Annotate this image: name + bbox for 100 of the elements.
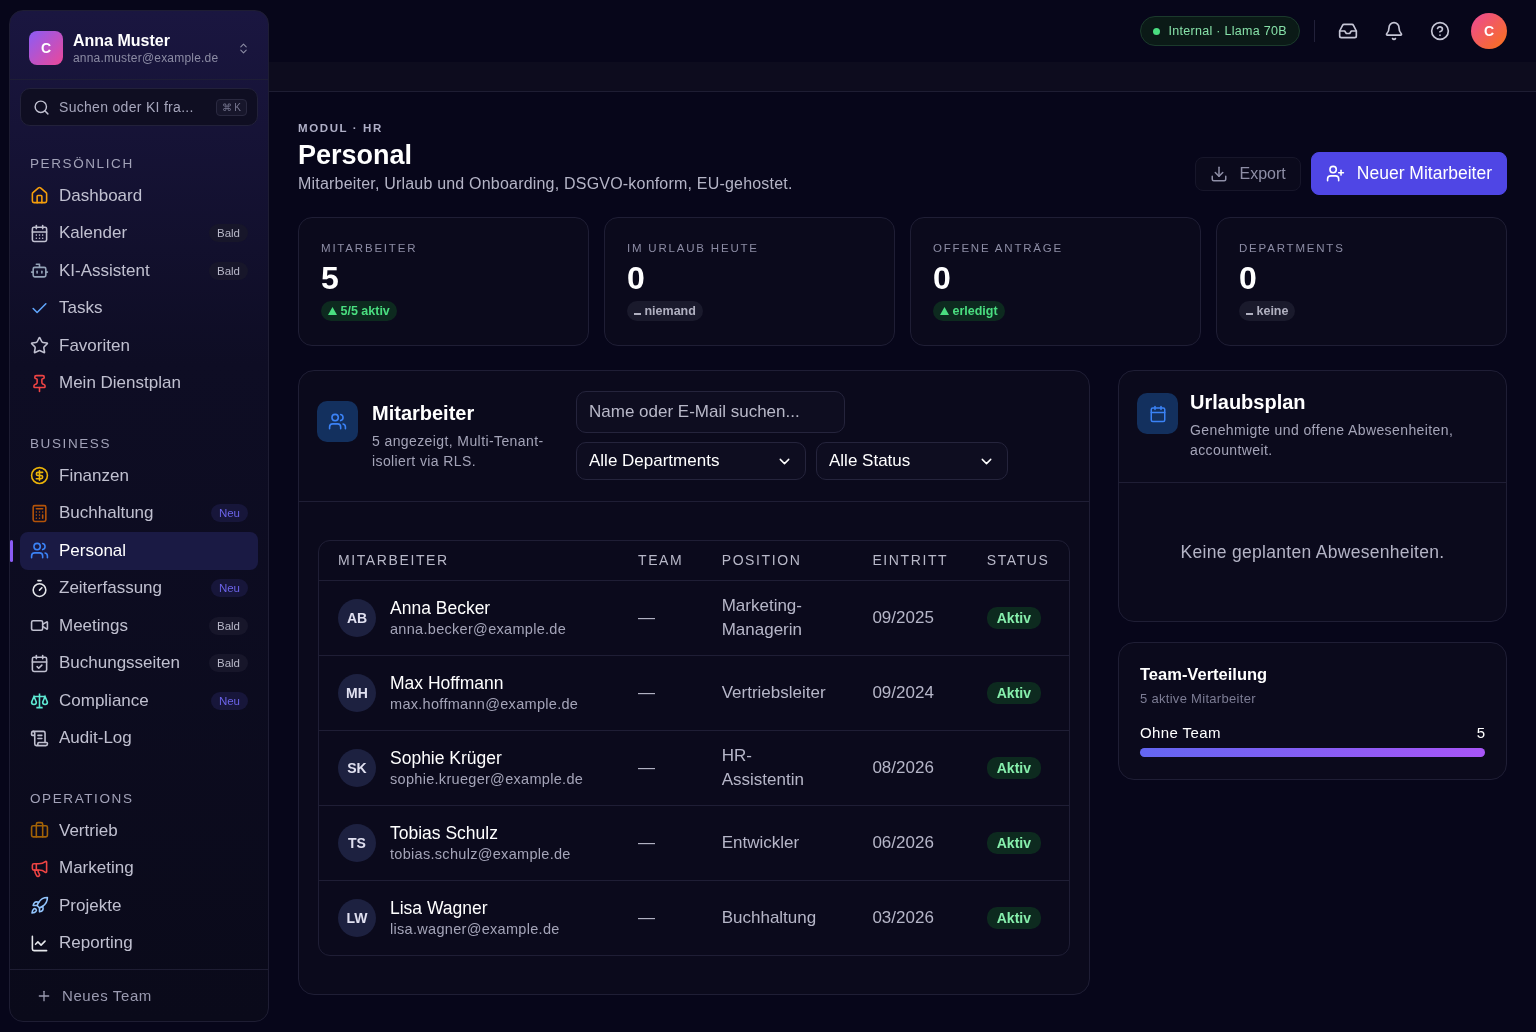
nav-label: Dashboard <box>59 185 144 206</box>
nav-item[interactable]: Finanzen <box>20 457 258 495</box>
download-icon <box>1209 164 1228 183</box>
initials-avatar: LW <box>338 898 376 937</box>
robot-icon <box>30 261 49 281</box>
nav-item[interactable]: Projekte <box>20 887 258 925</box>
switcher-icon[interactable] <box>237 41 250 55</box>
workspace-avatar: C <box>29 31 63 65</box>
pin-icon <box>30 373 49 393</box>
nav-item[interactable]: Tasks <box>20 289 258 327</box>
nav-item[interactable]: Marketing <box>20 849 258 887</box>
model-status-text: Internal · Llama 70B <box>1168 24 1287 38</box>
nav-label: Zeiterfassung <box>59 578 163 599</box>
filter-dropdown[interactable]: Alle Status <box>816 442 1008 480</box>
house-icon <box>30 186 49 206</box>
initials-avatar: AB <box>338 598 376 637</box>
nav-item[interactable]: Favoriten <box>20 327 258 365</box>
money-bag-icon <box>30 466 49 486</box>
stat-trend: keine <box>1239 301 1296 321</box>
initials-avatar: TS <box>338 823 376 862</box>
page-subtitle: Mitarbeiter, Urlaub und Onboarding, DSGVO-konform, EU-gehostet. <box>298 175 793 193</box>
search-field[interactable]: Suchen oder KI fra... ⌘ K <box>20 88 258 126</box>
nav-item[interactable]: Zeiterfassung Neu <box>20 569 258 607</box>
stat-label: DEPARTMENTS <box>1239 242 1345 254</box>
initials-avatar: MH <box>338 673 376 712</box>
nav-badge: Neu <box>210 579 248 598</box>
nav-label: Audit-Log <box>59 728 133 749</box>
nav-label: Finanzen <box>59 465 130 486</box>
employee-email: lisa.wagner@example.de <box>390 921 560 938</box>
position-text: HR-Assistentin <box>721 744 805 791</box>
nav-item[interactable]: KI-Assistent Bald <box>20 252 258 290</box>
rocket-icon <box>30 896 49 916</box>
nav-badge: Bald <box>208 616 248 635</box>
nav-item[interactable]: Kalender Bald <box>20 214 258 252</box>
export-button[interactable]: Export <box>1194 156 1301 191</box>
chart-icon <box>30 933 49 953</box>
section-heading: PERSÖNLICH <box>29 155 135 173</box>
table-cell: 08/2026 <box>853 730 968 805</box>
search-icon <box>33 98 50 116</box>
employee-name: Tobias Schulz <box>390 823 499 844</box>
search-field[interactable]: Name oder E-Mail suchen... <box>576 391 845 433</box>
panel-subtitle: 5 aktive Mitarbeiter <box>1140 691 1257 706</box>
nav-label: Meetings <box>59 615 129 636</box>
position-text: Marketing-Managerin <box>721 594 803 641</box>
nav-label: Personal <box>59 540 128 561</box>
table-cell: — <box>619 730 703 805</box>
nav-item[interactable]: Meetings Bald <box>20 607 258 645</box>
table-cell: — <box>619 580 703 655</box>
calendar-check-icon <box>30 653 49 673</box>
panel-title: Urlaubsplan <box>1190 391 1307 414</box>
position-text: Entwickler <box>721 831 801 854</box>
employee-name: Anna Becker <box>390 598 492 619</box>
nav-label: Vertrieb <box>59 820 119 841</box>
employee-name: Sophie Krüger <box>390 748 503 769</box>
nav-badge: Neu <box>210 504 248 523</box>
nav-badge: Bald <box>208 261 248 280</box>
employee-email: sophie.krueger@example.de <box>390 771 584 787</box>
table-cell: — <box>619 880 703 955</box>
column-header: TEAM <box>619 541 703 580</box>
nav-item[interactable]: Buchungsseiten Bald <box>20 644 258 682</box>
employee-email: max.hoffmann@example.de <box>390 696 579 712</box>
team-name: Ohne Team <box>1140 724 1221 741</box>
nav-item[interactable]: Audit-Log <box>20 719 258 757</box>
search-placeholder: Suchen oder KI fra... <box>59 99 195 115</box>
empty-message: Keine geplanten Abwesenheiten. <box>1180 541 1445 563</box>
status-badge: Aktiv <box>986 606 1041 629</box>
nav-label: Kalender <box>59 223 129 244</box>
column-header: MITARBEITER <box>319 541 619 580</box>
nav-item[interactable]: Mein Dienstplan <box>20 364 258 402</box>
nav-item[interactable]: Dashboard <box>20 177 258 215</box>
stat-trend: 5/5 aktiv <box>321 301 397 321</box>
dash-icon <box>1246 313 1253 315</box>
table-cell: 09/2024 <box>853 655 968 730</box>
stat-label: IM URLAUB HEUTE <box>627 242 759 254</box>
nav-label: Compliance <box>59 690 150 711</box>
page-title: Personal <box>298 140 414 171</box>
employee-name: Max Hoffmann <box>390 673 505 694</box>
status-badge: Aktiv <box>986 906 1041 929</box>
panel-title: Mitarbeiter <box>372 402 476 425</box>
nav-label: Mein Dienstplan <box>59 373 182 394</box>
nav-item[interactable]: Vertrieb <box>20 812 258 850</box>
nav-item[interactable]: Compliance Neu <box>20 682 258 720</box>
nav-label: Projekte <box>59 895 123 916</box>
triangle-up-icon <box>940 307 949 315</box>
calculator-icon <box>30 503 49 523</box>
stat-value: 5 <box>321 260 339 297</box>
status-badge: Aktiv <box>986 831 1041 854</box>
nav-item[interactable]: Buchhaltung Neu <box>20 494 258 532</box>
column-header: POSITION <box>702 541 854 580</box>
scroll-icon <box>30 728 49 748</box>
new-team-link[interactable]: Neues Team <box>62 987 152 1004</box>
filter-dropdown[interactable]: Alle Departments <box>576 442 806 480</box>
users-icon <box>30 541 49 561</box>
nav-label: KI-Assistent <box>59 260 151 281</box>
nav-badge: Bald <box>208 224 248 243</box>
stat-label: MITARBEITER <box>321 242 418 254</box>
model-status-pill[interactable]: Internal · Llama 70B <box>1140 16 1300 46</box>
new-employee-button[interactable]: Neuer Mitarbeiter <box>1310 152 1507 195</box>
calendar-icon <box>30 223 49 243</box>
nav-item[interactable]: Reporting <box>20 924 258 962</box>
